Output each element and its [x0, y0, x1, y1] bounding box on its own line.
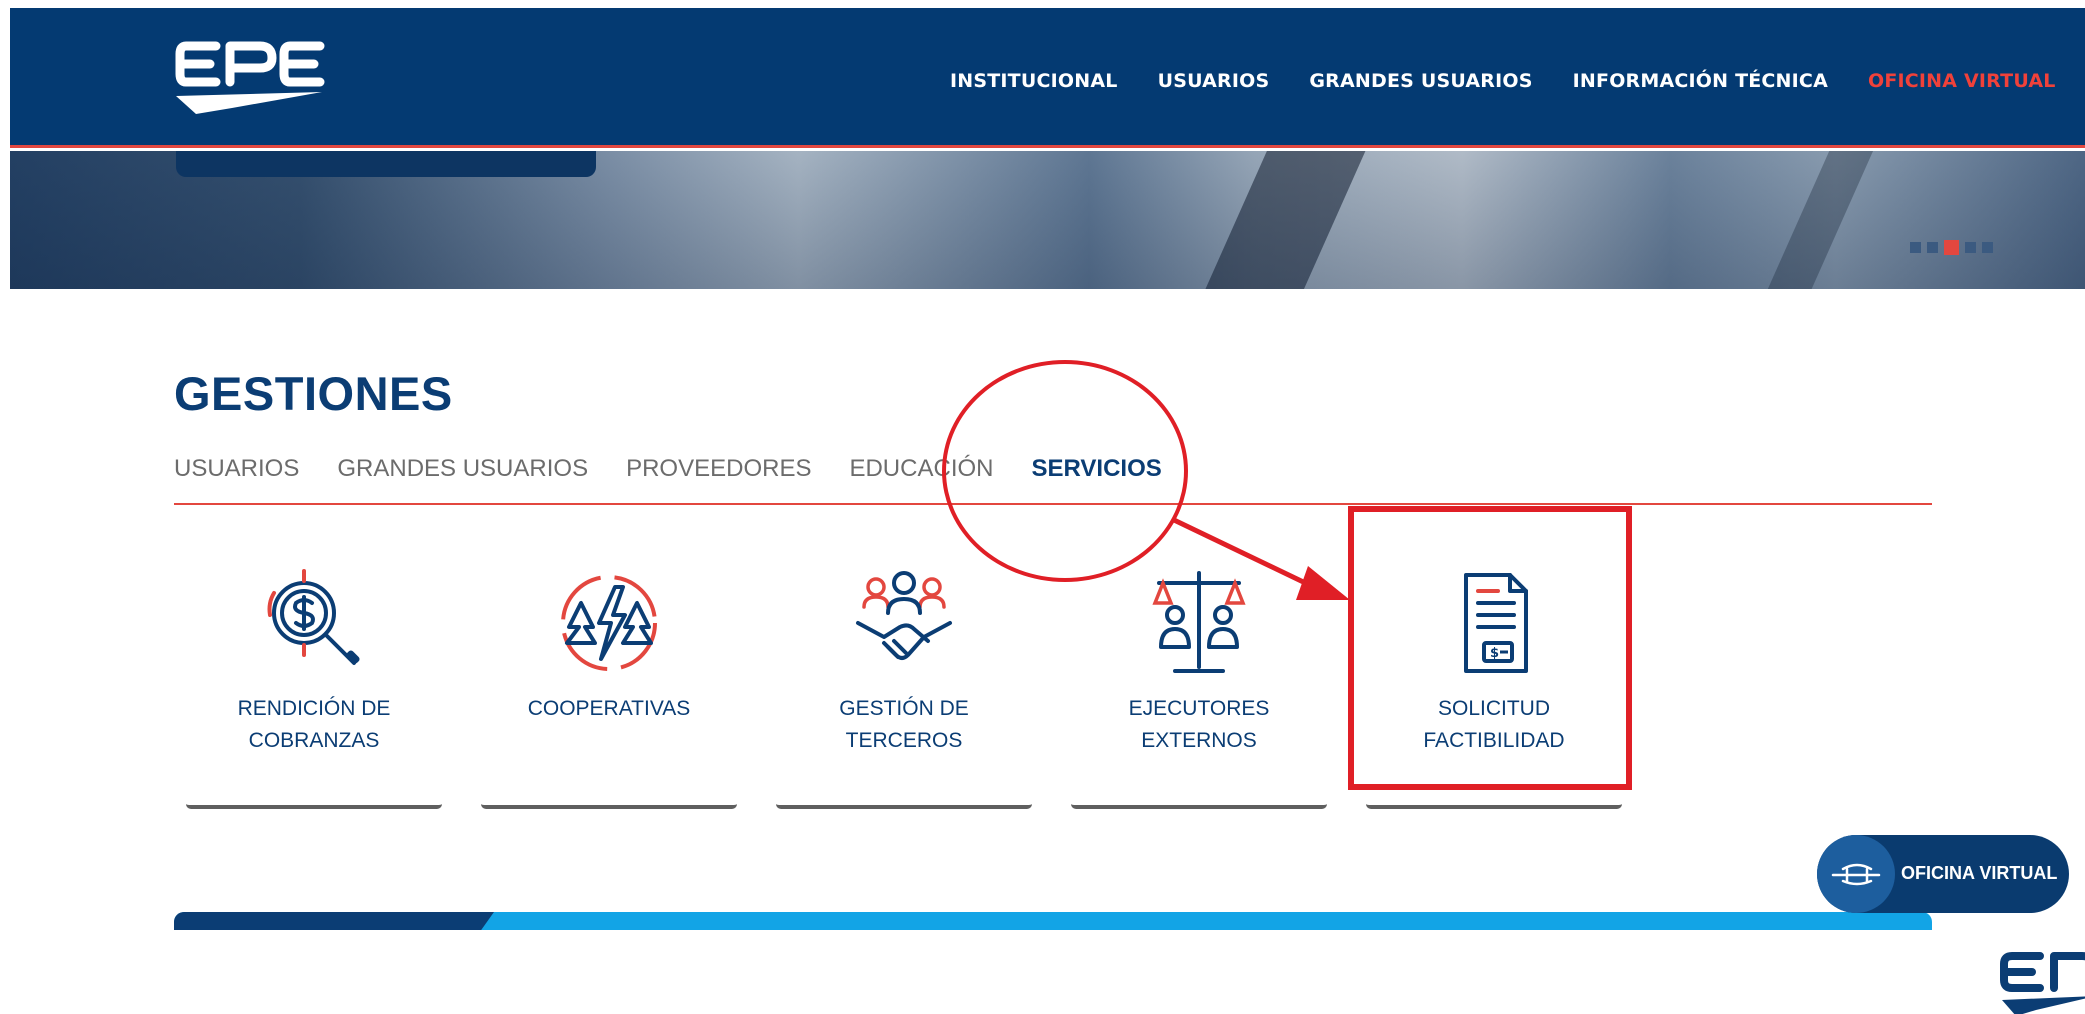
- slider-dot[interactable]: [1910, 242, 1921, 253]
- main-nav: INSTITUCIONAL USUARIOS GRANDES USUARIOS …: [950, 70, 2056, 92]
- card-label: SOLICITUD FACTIBILIDAD: [1423, 697, 1565, 752]
- money-search-icon: [267, 569, 360, 665]
- slider-dot[interactable]: [1982, 242, 1993, 253]
- epe-logo[interactable]: [172, 34, 332, 122]
- card-label: GESTIÓN DE TERCEROS: [839, 697, 969, 752]
- plane-icon: [1831, 863, 1881, 886]
- slider-dot-active[interactable]: [1944, 240, 1959, 255]
- oficina-virtual-button[interactable]: OFICINA VIRTUAL: [1817, 835, 2069, 913]
- site-header: INSTITUCIONAL USUARIOS GRANDES USUARIOS …: [10, 8, 2085, 148]
- tab-educacion[interactable]: EDUCACIÓN: [849, 455, 993, 483]
- section-title: GESTIONES: [174, 367, 453, 420]
- tab-proveedores[interactable]: PROVEEDORES: [626, 455, 811, 483]
- tab-usuarios[interactable]: USUARIOS: [174, 455, 299, 483]
- hero-tab-strip: [176, 151, 596, 177]
- document-dollar-icon: $: [1464, 573, 1528, 673]
- card-solicitud-factibilidad[interactable]: $ SOLICITUD FACTIBILIDAD: [1366, 553, 1622, 809]
- card-label: COOPERATIVAS: [527, 697, 691, 720]
- banner-dark-segment: [174, 912, 494, 930]
- nav-oficina-virtual[interactable]: OFICINA VIRTUAL: [1868, 70, 2056, 92]
- card-rendicion-de-cobranzas[interactable]: RENDICIÓN DE COBRANZAS: [186, 553, 442, 809]
- handshake-group-icon: [856, 571, 952, 660]
- service-cards: RENDICIÓN DE COBRANZAS COOPERATIVAS GEST…: [186, 553, 1622, 809]
- lightning-trees-icon: [561, 575, 657, 671]
- slider-dots: [1910, 240, 1993, 255]
- scales-people-icon: [1152, 571, 1246, 673]
- nav-institucional[interactable]: INSTITUCIONAL: [950, 70, 1118, 92]
- slider-dot[interactable]: [1927, 242, 1938, 253]
- gestiones-tabs: USUARIOS GRANDES USUARIOS PROVEEDORES ED…: [174, 455, 1162, 483]
- card-label: RENDICIÓN DE COBRANZAS: [237, 697, 391, 752]
- tabs-divider: [174, 503, 1932, 505]
- card-gestion-de-terceros[interactable]: GESTIÓN DE TERCEROS: [776, 553, 1032, 809]
- svg-text:$: $: [1490, 646, 1499, 661]
- nav-informacion-tecnica[interactable]: INFORMACIÓN TÉCNICA: [1573, 70, 1828, 92]
- hero-banner: [10, 151, 2085, 289]
- nav-usuarios[interactable]: USUARIOS: [1158, 70, 1270, 92]
- nav-grandes-usuarios[interactable]: GRANDES USUARIOS: [1309, 70, 1532, 92]
- card-cooperativas[interactable]: COOPERATIVAS: [481, 553, 737, 809]
- card-label: EJECUTORES EXTERNOS: [1128, 697, 1270, 752]
- corner-epe-logo[interactable]: [1996, 946, 2085, 1014]
- ov-button-label: OFICINA VIRTUAL: [1901, 863, 2058, 883]
- ov-icon-circle: [1817, 835, 1895, 913]
- tab-grandes-usuarios[interactable]: GRANDES USUARIOS: [337, 455, 588, 483]
- card-ejecutores-externos[interactable]: EJECUTORES EXTERNOS: [1071, 553, 1327, 809]
- promo-banner[interactable]: [174, 912, 1932, 930]
- tab-servicios[interactable]: SERVICIOS: [1031, 455, 1161, 483]
- slider-dot[interactable]: [1965, 242, 1976, 253]
